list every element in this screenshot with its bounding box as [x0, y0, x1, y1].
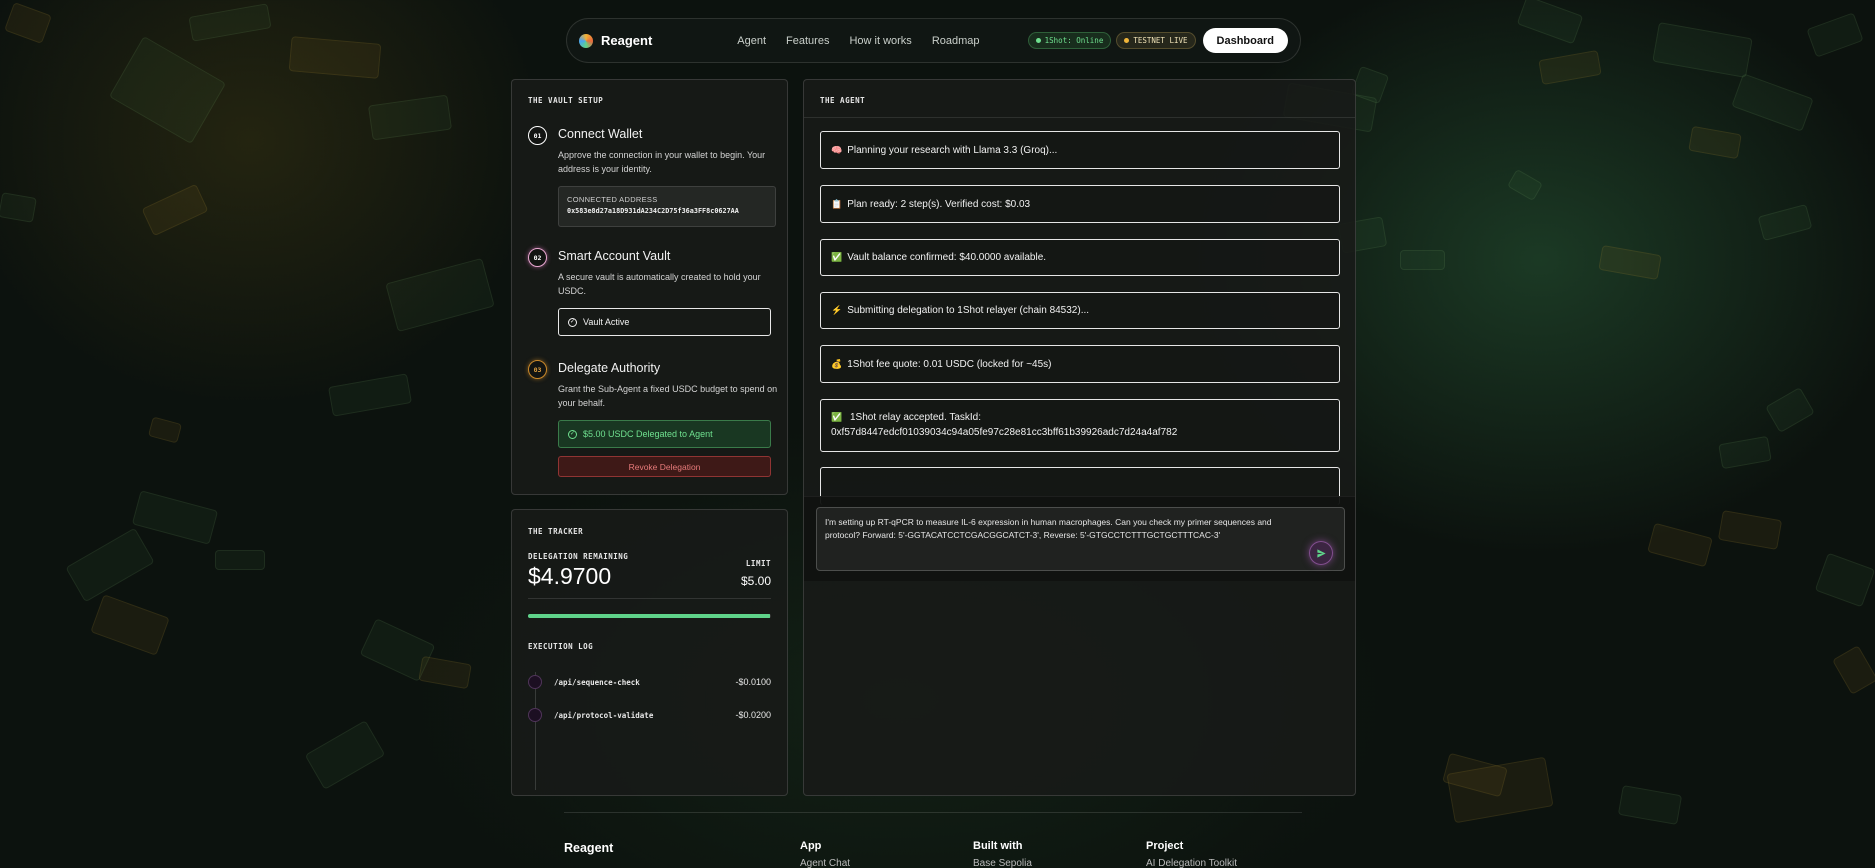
footer-link[interactable]: Agent Chat — [800, 858, 850, 868]
log-cost: -$0.0200 — [735, 710, 771, 720]
divider — [804, 117, 1355, 118]
address-label: CONNECTED ADDRESS — [567, 195, 658, 204]
tracker-title: THE TRACKER — [528, 527, 584, 536]
vault-active-status: ✓ Vault Active — [558, 308, 771, 336]
step-number: 03 — [528, 360, 547, 379]
nav-link-agent[interactable]: Agent — [737, 35, 766, 47]
send-icon — [1316, 548, 1326, 558]
agent-title: THE AGENT — [820, 96, 866, 105]
online-status-badge: 1Shot: Online — [1027, 32, 1112, 49]
logo-icon — [579, 33, 593, 48]
message-text: 1Shot fee quote: 0.01 USDC (locked for ~… — [847, 358, 1052, 370]
task-id: 0xf57d8447edcf01039034c94a05fe97c28e81cc… — [831, 427, 1178, 438]
chat-input[interactable]: I'm setting up RT-qPCR to measure IL-6 e… — [816, 507, 1345, 571]
message-text: Vault balance confirmed: $40.0000 availa… — [847, 252, 1047, 263]
top-nav: Reagent Agent Features How it works Road… — [566, 18, 1301, 63]
check-icon: ✅ — [831, 412, 843, 422]
wallet-address: 0x583e8d27a18D931dA234C2D75f36a3FF8c0627… — [567, 207, 739, 215]
chat-input-area: I'm setting up RT-qPCR to measure IL-6 e… — [804, 496, 1355, 581]
delegation-status: ✓ $5.00 USDC Delegated to Agent — [558, 420, 771, 448]
footer-col-project: Project AI Delegation Toolkit — [1146, 840, 1237, 868]
message-text: Submitting delegation to 1Shot relayer (… — [847, 305, 1090, 316]
timeline-dot-icon — [528, 708, 542, 722]
delegation-remaining-amount: $4.9700 — [528, 563, 612, 589]
agent-message: 📋 Plan ready: 2 step(s). Verified cost: … — [820, 185, 1340, 223]
nav-link-how-it-works[interactable]: How it works — [849, 35, 911, 47]
check-circle-icon: ✓ — [568, 429, 577, 439]
timeline-dot-icon — [528, 675, 542, 689]
footer-link[interactable]: AI Delegation Toolkit — [1146, 858, 1237, 868]
step-description: Grant the Sub-Agent a fixed USDC budget … — [558, 384, 778, 408]
footer-heading: Project — [1146, 840, 1184, 852]
agent-panel: THE AGENT 🧠 Planning your research with … — [803, 79, 1356, 796]
vault-setup-title: THE VAULT SETUP — [528, 96, 604, 105]
agent-message: 🧠 Planning your research with Llama 3.3 … — [820, 131, 1340, 169]
nav-link-roadmap[interactable]: Roadmap — [932, 35, 980, 47]
send-button[interactable] — [1309, 541, 1333, 565]
log-endpoint: /api/sequence-check — [554, 677, 640, 687]
remaining-progress-bar — [528, 614, 771, 618]
step-title: Delegate Authority — [558, 361, 661, 375]
nav-links: Agent Features How it works Roadmap — [737, 35, 979, 47]
limit-label: LIMIT — [745, 559, 771, 568]
log-entry: /api/sequence-check -$0.0100 — [528, 674, 771, 690]
tracker-panel: THE TRACKER DELEGATION REMAINING LIMIT $… — [511, 509, 788, 796]
footer-link[interactable]: Base Sepolia — [973, 858, 1032, 868]
footer-brand: Reagent — [564, 841, 614, 855]
footer-heading: Built with — [973, 840, 1023, 852]
testnet-text: TESTNET LIVE — [1133, 36, 1188, 45]
brand-name: Reagent — [601, 33, 653, 48]
step-title: Connect Wallet — [558, 127, 643, 141]
agent-message: ⚡ Submitting delegation to 1Shot relayer… — [820, 292, 1340, 329]
step-number: 01 — [528, 126, 547, 145]
agent-message: ✅ 1Shot relay accepted. TaskId: 0xf57d84… — [820, 399, 1340, 452]
status-dot-icon — [1124, 38, 1130, 43]
brand-logo[interactable]: Reagent — [579, 33, 652, 48]
brain-icon: 🧠 — [831, 144, 843, 155]
clipboard-icon: 📋 — [831, 198, 843, 209]
nav-link-features[interactable]: Features — [786, 35, 829, 47]
status-dot-icon — [1035, 38, 1041, 43]
remaining-progress-fill — [528, 614, 770, 618]
connected-address-box: CONNECTED ADDRESS 0x583e8d27a18D931dA234… — [558, 186, 776, 227]
log-endpoint: /api/protocol-validate — [554, 710, 654, 720]
footer-col-built-with: Built with Base Sepolia — [973, 840, 1032, 868]
revoke-delegation-button[interactable]: Revoke Delegation — [558, 456, 771, 477]
footer-heading: App — [800, 840, 822, 852]
check-circle-icon: ✓ — [568, 317, 577, 327]
step-title: Smart Account Vault — [558, 249, 671, 263]
message-text: 1Shot relay accepted. TaskId: — [850, 412, 982, 423]
vault-active-label: Vault Active — [583, 317, 630, 327]
vault-setup-panel: THE VAULT SETUP 01 Connect Wallet Approv… — [511, 79, 788, 495]
dashboard-button[interactable]: Dashboard — [1202, 28, 1288, 53]
execution-log-title: EXECUTION LOG — [528, 642, 594, 651]
footer-col-app: App Agent Chat — [800, 840, 850, 868]
message-text: Planning your research with Llama 3.3 (G… — [847, 144, 1058, 156]
testnet-badge: TESTNET LIVE — [1116, 32, 1196, 49]
step-number: 02 — [528, 248, 547, 267]
step-description: A secure vault is automatically created … — [558, 272, 761, 296]
lightning-icon: ⚡ — [831, 305, 843, 315]
message-text: Plan ready: 2 step(s). Verified cost: $0… — [847, 198, 1031, 210]
delegation-remaining-label: DELEGATION REMAINING — [528, 552, 629, 561]
limit-amount: $5.00 — [740, 574, 771, 588]
money-bag-icon: 💰 — [831, 358, 843, 369]
log-entry: /api/protocol-validate -$0.0200 — [528, 707, 771, 723]
check-icon: ✅ — [831, 252, 843, 262]
online-status-text: 1Shot: Online — [1044, 36, 1104, 45]
footer-divider — [564, 812, 1302, 813]
delegation-status-label: $5.00 USDC Delegated to Agent — [583, 429, 713, 439]
agent-message: ✅ Vault balance confirmed: $40.0000 avai… — [820, 239, 1340, 276]
step-description: Approve the connection in your wallet to… — [558, 150, 766, 174]
log-cost: -$0.0100 — [735, 677, 771, 687]
divider — [528, 598, 771, 599]
agent-message: 💰 1Shot fee quote: 0.01 USDC (locked for… — [820, 345, 1340, 383]
